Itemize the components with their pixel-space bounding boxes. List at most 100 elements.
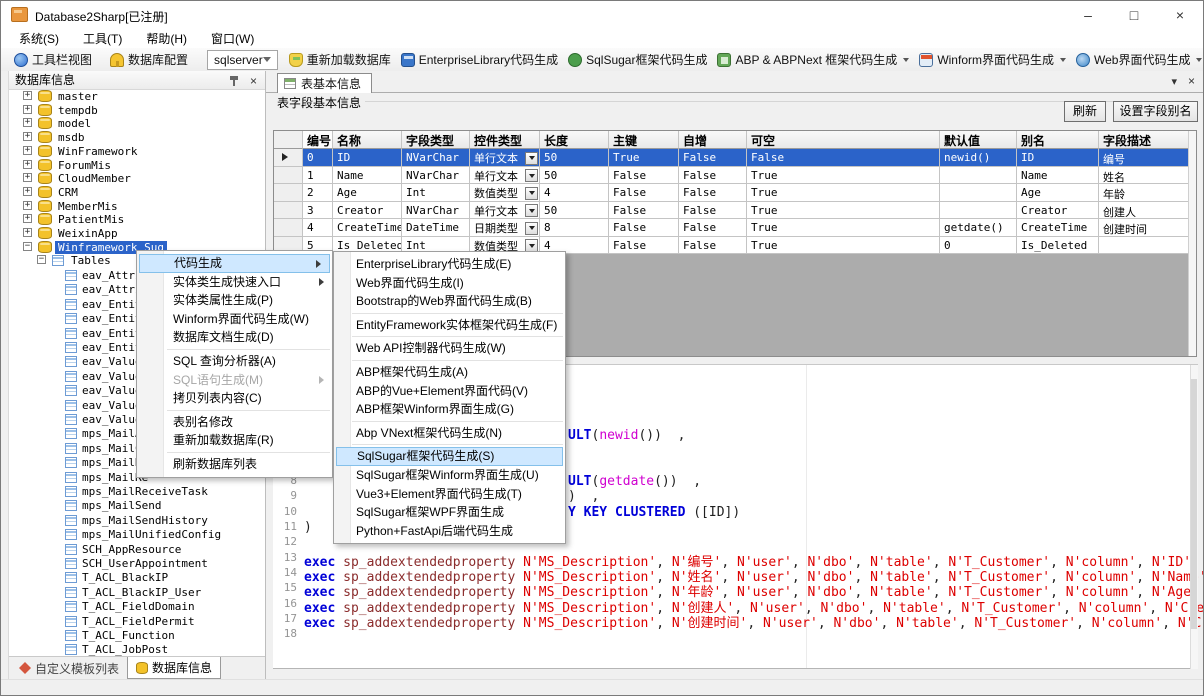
tab-list-dropdown-icon[interactable]: ▾: [1171, 75, 1177, 88]
minimize-button[interactable]: –: [1065, 1, 1111, 29]
tree-item-CloudMember[interactable]: CloudMember: [55, 172, 134, 185]
submenu-item-6[interactable]: Web API控制器代码生成(W): [334, 339, 565, 358]
toolbar-button[interactable]: 数据库配置: [105, 49, 193, 70]
grid-scrollbar[interactable]: [1188, 131, 1196, 356]
menubar-item-3[interactable]: 窗口(W): [199, 28, 266, 49]
submenu-item-10[interactable]: ABP框架Winform界面生成(G): [334, 400, 565, 419]
panel-tab-0[interactable]: 自定义模板列表: [11, 657, 127, 679]
submenu-item-2[interactable]: Bootstrap的Web界面代码生成(B): [334, 292, 565, 311]
tree-item-ForumMis[interactable]: ForumMis: [55, 159, 114, 172]
tree-expand-icon[interactable]: +: [23, 214, 32, 223]
grid-column-header[interactable]: 别名: [1017, 131, 1099, 149]
tree-item-PatientMis[interactable]: PatientMis: [55, 213, 127, 226]
maximize-button[interactable]: □: [1111, 1, 1157, 29]
grid-row-header[interactable]: [274, 184, 303, 202]
tree-node-tables[interactable]: Tables: [68, 254, 114, 267]
tree-expand-icon[interactable]: +: [23, 118, 32, 127]
grid-row-header[interactable]: [274, 202, 303, 220]
refresh-button[interactable]: 刷新: [1064, 101, 1106, 122]
dropdown-arrow-icon[interactable]: [1196, 58, 1202, 62]
tree-table-T_ACL_BlackIP[interactable]: T_ACL_BlackIP: [79, 571, 171, 584]
combo-dropdown-button[interactable]: [525, 204, 538, 217]
tree-expand-icon[interactable]: +: [23, 201, 32, 210]
toolbar-button[interactable]: 工具栏视图: [9, 49, 97, 70]
editor-scrollbar[interactable]: [1190, 365, 1198, 669]
grid-column-header[interactable]: 主键: [609, 131, 679, 149]
tab-close-icon[interactable]: ×: [1188, 74, 1195, 88]
grid-row-header[interactable]: [274, 167, 303, 185]
tree-item-model[interactable]: model: [55, 117, 94, 130]
tree-item-CRM[interactable]: CRM: [55, 186, 81, 199]
tree-table-SCH_AppResource[interactable]: SCH_AppResource: [79, 543, 184, 556]
tree-table-T_ACL_JobPost[interactable]: T_ACL_JobPost: [79, 643, 171, 656]
grid-row-header[interactable]: [274, 149, 303, 167]
grid-row-header[interactable]: [274, 219, 303, 237]
submenu-item-1[interactable]: Web界面代码生成(I): [334, 274, 565, 293]
grid-column-header[interactable]: 字段描述: [1099, 131, 1189, 149]
combo-dropdown-button[interactable]: [525, 152, 538, 165]
toolbar-button[interactable]: 重新加载数据库: [284, 49, 396, 70]
grid-column-header[interactable]: 字段类型: [402, 131, 470, 149]
toolbar-button[interactable]: SqlSugar框架代码生成: [563, 49, 712, 70]
tree-table-mps_MailReceiveTask[interactable]: mps_MailReceiveTask: [79, 485, 211, 498]
context-menu-item-13[interactable]: 刷新数据库列表: [137, 455, 332, 474]
context-menu-item-8[interactable]: 拷贝列表内容(C): [137, 389, 332, 408]
tree-item-WeixinApp[interactable]: WeixinApp: [55, 227, 121, 240]
submenu-item-0[interactable]: EnterpriseLibrary代码生成(E): [334, 255, 565, 274]
context-menu-item-6[interactable]: SQL 查询分析器(A): [137, 352, 332, 371]
submenu-item-9[interactable]: ABP的Vue+Element界面代码(V): [334, 382, 565, 401]
submenu-item-17[interactable]: SqlSugar框架WPF界面生成: [334, 503, 565, 522]
combo-dropdown-button[interactable]: [525, 187, 538, 200]
context-menu-item-10[interactable]: 表别名修改: [137, 413, 332, 432]
tree-table-mps_MailSendHistory[interactable]: mps_MailSendHistory: [79, 514, 211, 527]
submenu-item-16[interactable]: Vue3+Element界面代码生成(T): [334, 485, 565, 504]
tree-table-mps_MailSend[interactable]: mps_MailSend: [79, 499, 164, 512]
pin-icon[interactable]: [229, 75, 239, 86]
grid-column-header[interactable]: 可空: [747, 131, 940, 149]
grid-column-header[interactable]: 默认值: [940, 131, 1017, 149]
tree-item-MemberMis[interactable]: MemberMis: [55, 200, 121, 213]
menubar-item-1[interactable]: 工具(T): [71, 28, 134, 49]
tree-table-T_ACL_FieldPermit[interactable]: T_ACL_FieldPermit: [79, 615, 198, 628]
grid-row[interactable]: 3CreatorNVarChar单行文本50FalseFalseTrueCrea…: [274, 202, 1189, 220]
panel-close-icon[interactable]: ×: [250, 72, 257, 91]
tree-item-tempdb[interactable]: tempdb: [55, 104, 101, 117]
editor-scroll-thumb[interactable]: [1191, 379, 1197, 629]
submenu-item-15[interactable]: SqlSugar框架Winform界面生成(U): [334, 466, 565, 485]
context-menu-item-3[interactable]: Winform界面代码生成(W): [137, 310, 332, 329]
submenu-item-12[interactable]: Abp VNext框架代码生成(N): [334, 424, 565, 443]
grid-column-header[interactable]: 自增: [679, 131, 747, 149]
grid-column-header[interactable]: 编号: [303, 131, 333, 149]
context-menu-item-11[interactable]: 重新加载数据库(R): [137, 431, 332, 450]
dropdown-arrow-icon[interactable]: [903, 58, 909, 62]
submenu-item-18[interactable]: Python+FastApi后端代码生成: [334, 522, 565, 541]
tree-expand-icon[interactable]: +: [23, 146, 32, 155]
tree-expand-icon[interactable]: +: [23, 228, 32, 237]
grid-column-header[interactable]: 控件类型: [470, 131, 540, 149]
toolbar-button[interactable]: Web界面代码生成: [1071, 49, 1204, 70]
tree-expand-icon[interactable]: −: [23, 242, 32, 251]
tree-expand-icon[interactable]: +: [23, 91, 32, 100]
combo-dropdown-button[interactable]: [525, 222, 538, 235]
submenu-item-4[interactable]: EntityFramework实体框架代码生成(F): [334, 316, 565, 335]
toolbar-button[interactable]: ABP & ABPNext 框架代码生成: [712, 49, 914, 70]
set-field-alias-button[interactable]: 设置字段别名: [1113, 101, 1198, 122]
context-menu-item-0[interactable]: 代码生成: [139, 254, 330, 273]
menubar-item-2[interactable]: 帮助(H): [134, 28, 199, 49]
tree-item-msdb[interactable]: msdb: [55, 131, 88, 144]
tree-expand-icon[interactable]: +: [23, 160, 32, 169]
combo-dropdown-button[interactable]: [525, 169, 538, 182]
grid-column-header[interactable]: 长度: [540, 131, 609, 149]
tree-expand-icon[interactable]: +: [23, 105, 32, 114]
grid-row[interactable]: 4CreateTimeDateTime日期类型8FalseFalseTruege…: [274, 219, 1189, 237]
tab-table-info[interactable]: 表基本信息: [277, 73, 372, 93]
submenu-item-8[interactable]: ABP框架代码生成(A): [334, 363, 565, 382]
toolbar-button[interactable]: EnterpriseLibrary代码生成: [396, 49, 563, 70]
submenu-item-14[interactable]: SqlSugar框架代码生成(S): [336, 447, 563, 466]
tree-expand-icon[interactable]: +: [23, 173, 32, 182]
tree-table-T_ACL_Function[interactable]: T_ACL_Function: [79, 629, 178, 642]
grid-column-header[interactable]: 名称: [333, 131, 402, 149]
tree-expand-icon[interactable]: +: [23, 187, 32, 196]
tree-expand-icon[interactable]: +: [23, 132, 32, 141]
context-menu-item-4[interactable]: 数据库文档生成(D): [137, 328, 332, 347]
